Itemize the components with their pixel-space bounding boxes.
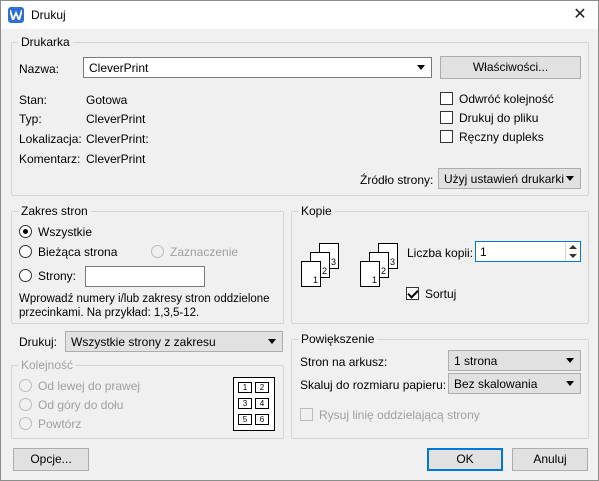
grid-cell: 5 <box>238 414 252 425</box>
copies-count-label: Liczba kopii: <box>407 246 474 260</box>
copies-uncollated-icon: 3 2 1 <box>301 243 361 299</box>
scale-label: Skaluj do rozmiaru papieru: <box>300 378 447 392</box>
copies-count-value: 1 <box>480 245 487 259</box>
separator-line-label: Rysuj linię oddzielającą strony <box>319 408 480 422</box>
pages-per-sheet-label: Stron na arkusz: <box>300 355 388 369</box>
order-top-bottom-label: Od góry do dołu <box>38 398 124 412</box>
pages-per-sheet-value: 1 strona <box>454 354 498 368</box>
range-pages-label: Strony: <box>38 269 77 283</box>
copies-count-stepper[interactable]: 1 <box>475 241 581 262</box>
order-left-right-label: Od lewej do prawej <box>38 379 141 393</box>
status-value: Gotowa <box>86 93 128 107</box>
properties-button[interactable]: Właściwości... <box>440 56 581 79</box>
paper-source-value: Użyj ustawień drukarki <box>444 172 565 186</box>
type-label: Typ: <box>19 112 42 126</box>
paper-source-label: Źródło strony: <box>360 173 434 187</box>
print-what-value: Wszystkie strony z zakresu <box>71 335 216 349</box>
location-label: Lokalizacja: <box>19 132 82 146</box>
range-current-radio[interactable] <box>19 245 32 258</box>
collate-label: Sortuj <box>425 287 457 301</box>
spin-down-icon[interactable] <box>569 254 577 258</box>
order-group-label: Kolejność <box>18 358 77 372</box>
grid-cell: 4 <box>255 398 269 409</box>
chevron-down-icon <box>566 176 574 181</box>
range-hint-line1: Wprowadź numery i/lub zakresy stron oddz… <box>19 293 270 305</box>
grid-cell: 1 <box>238 382 252 393</box>
type-value: CleverPrint <box>86 112 146 126</box>
printer-name-label: Nazwa: <box>19 62 60 76</box>
print-dialog: Drukuj ✕ Drukarka Nazwa: CleverPrint Wła… <box>0 0 599 481</box>
order-left-right-radio[interactable] <box>19 379 32 392</box>
grid-cell: 2 <box>255 382 269 393</box>
separator-line-checkbox[interactable] <box>300 408 313 421</box>
ok-button[interactable]: OK <box>427 448 503 471</box>
page-order-grid-icon: 1 2 3 4 5 6 <box>233 377 275 431</box>
print-what-label: Drukuj: <box>19 335 58 349</box>
grid-cell: 6 <box>255 414 269 425</box>
manual-duplex-checkbox[interactable] <box>440 130 453 143</box>
reverse-order-checkbox[interactable] <box>440 92 453 105</box>
scale-select[interactable]: Bez skalowania <box>448 373 581 394</box>
chevron-down-icon <box>566 358 574 363</box>
print-what-select[interactable]: Wszystkie strony z zakresu <box>65 331 283 352</box>
range-all-label: Wszystkie <box>38 225 92 239</box>
spin-up-icon[interactable] <box>569 245 577 249</box>
cancel-button[interactable]: Anuluj <box>512 448 588 471</box>
printer-name-select[interactable]: CleverPrint <box>83 57 432 78</box>
options-button[interactable]: Opcje... <box>13 448 89 471</box>
close-icon[interactable]: ✕ <box>570 5 590 25</box>
comment-value: CleverPrint <box>86 152 146 166</box>
zoom-group-label: Powiększenie <box>298 332 378 346</box>
chevron-down-icon <box>566 381 574 386</box>
page-range-group-label: Zakres stron <box>18 204 91 218</box>
comment-label: Komentarz: <box>19 152 81 166</box>
location-value: CleverPrint: <box>86 132 149 146</box>
app-logo-icon <box>8 7 24 23</box>
spin-buttons[interactable] <box>565 242 580 261</box>
chevron-down-icon <box>268 339 276 344</box>
printer-name-value: CleverPrint <box>89 61 149 75</box>
print-to-file-checkbox[interactable] <box>440 111 453 124</box>
range-all-radio[interactable] <box>19 225 32 238</box>
print-to-file-label: Drukuj do pliku <box>459 111 539 125</box>
range-selection-radio[interactable] <box>151 245 164 258</box>
window-title: Drukuj <box>31 8 66 22</box>
printer-group-label: Drukarka <box>18 35 73 49</box>
order-repeat-radio[interactable] <box>19 417 32 430</box>
manual-duplex-label: Ręczny dupleks <box>459 130 544 144</box>
collate-checkbox[interactable] <box>406 287 419 300</box>
range-hint-line2: przecinkami. Na przykład: 1,3,5-12. <box>19 307 200 319</box>
title-bar: Drukuj ✕ <box>1 1 598 29</box>
pages-per-sheet-select[interactable]: 1 strona <box>448 350 581 371</box>
pages-input[interactable] <box>85 266 205 287</box>
status-label: Stan: <box>19 93 48 107</box>
order-repeat-label: Powtórz <box>38 417 82 431</box>
order-top-bottom-radio[interactable] <box>19 398 32 411</box>
chevron-down-icon <box>417 65 425 70</box>
grid-cell: 3 <box>238 398 252 409</box>
paper-source-select[interactable]: Użyj ustawień drukarki <box>438 168 581 189</box>
range-pages-radio[interactable] <box>19 269 32 282</box>
range-selection-label: Zaznaczenie <box>170 245 239 259</box>
scale-value: Bez skalowania <box>454 377 538 391</box>
copies-group-label: Kopie <box>298 204 335 218</box>
reverse-order-label: Odwróć kolejność <box>459 92 554 106</box>
range-current-label: Bieżąca strona <box>38 245 118 259</box>
